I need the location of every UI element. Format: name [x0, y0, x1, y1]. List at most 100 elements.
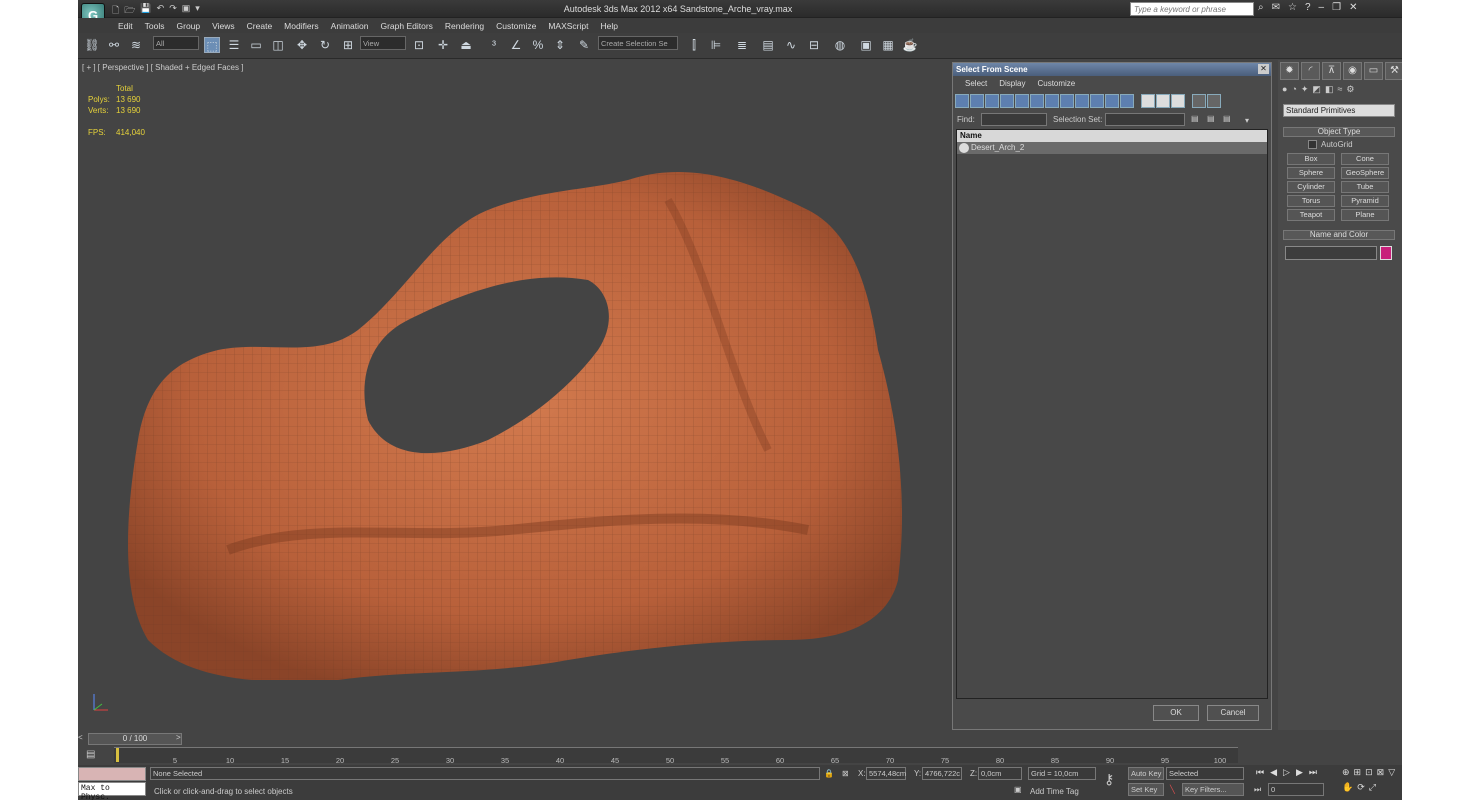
torus-button[interactable]: Torus	[1287, 195, 1335, 207]
current-frame-field[interactable]: 0	[1268, 783, 1324, 796]
curve-editor-icon[interactable]: ∿	[783, 37, 799, 53]
move-icon[interactable]: ✥	[294, 37, 310, 53]
shapes-icon[interactable]: ◔	[1291, 84, 1296, 95]
menu-animation[interactable]: Animation	[325, 18, 375, 33]
dialog-menu-customize[interactable]: Customize	[1031, 77, 1081, 91]
chevron-down-icon[interactable]: ▾	[1245, 116, 1249, 125]
layer-manager-icon[interactable]: ≣	[734, 37, 750, 53]
key-filter-icon[interactable]: ╲	[1170, 785, 1175, 794]
zoom-extents-icon[interactable]: ⊡	[1365, 767, 1373, 778]
window-crossing-icon[interactable]: ◫	[270, 37, 286, 53]
display-frozen-icon[interactable]	[1105, 94, 1119, 108]
chevron-down-icon[interactable]: ▾	[195, 3, 200, 19]
key-filters-button[interactable]: Key Filters...	[1182, 783, 1244, 796]
close-icon[interactable]: ✕	[1258, 64, 1269, 74]
tube-button[interactable]: Tube	[1341, 181, 1389, 193]
key-icon[interactable]: ⚷	[1104, 771, 1114, 788]
sandstone-arch-mesh[interactable]	[108, 120, 928, 680]
display-none-icon[interactable]	[1156, 94, 1170, 108]
cancel-button[interactable]: Cancel	[1207, 705, 1259, 721]
material-editor-icon[interactable]: ◍	[832, 37, 848, 53]
display-shapes-icon[interactable]	[970, 94, 984, 108]
menu-modifiers[interactable]: Modifiers	[278, 18, 324, 33]
menu-graph-editors[interactable]: Graph Editors	[374, 18, 438, 33]
keyboard-shortcut-icon[interactable]: ⏏	[458, 37, 474, 53]
object-color-swatch[interactable]	[1380, 246, 1392, 260]
select-by-name-icon[interactable]: ☰	[226, 37, 242, 53]
x-coordinate-field[interactable]: 5574,48cm	[866, 767, 906, 780]
key-mode-toggle-icon[interactable]: ⏭	[1254, 785, 1261, 795]
redo-icon[interactable]: ↷	[169, 3, 177, 19]
menu-create[interactable]: Create	[241, 18, 279, 33]
set-key-button[interactable]: Set Key	[1128, 783, 1164, 796]
cylinder-button[interactable]: Cylinder	[1287, 181, 1335, 193]
display-bones-icon[interactable]	[1075, 94, 1089, 108]
snaps-toggle-icon[interactable]: ³	[486, 37, 502, 53]
edit-named-selection-icon[interactable]: ✎	[576, 37, 592, 53]
display-cameras-icon[interactable]	[1000, 94, 1014, 108]
scale-icon[interactable]: ⊞	[340, 37, 356, 53]
bind-space-warp-icon[interactable]: ≋	[128, 37, 144, 53]
column-header-name[interactable]: Name	[957, 130, 1267, 142]
list-item[interactable]: Desert_Arch_2	[957, 142, 1267, 154]
teapot-button[interactable]: Teapot	[1287, 209, 1335, 221]
add-time-tag[interactable]: Add Time Tag	[1030, 787, 1079, 796]
maxscript-listener-input[interactable]	[78, 767, 146, 781]
geosphere-button[interactable]: GeoSphere	[1341, 167, 1389, 179]
filter-icon[interactable]	[1192, 94, 1206, 108]
dialog-menu-select[interactable]: Select	[959, 77, 993, 91]
maximize-viewport-icon[interactable]: ⤢	[1369, 782, 1376, 793]
selection-filter-dropdown[interactable]: All	[153, 36, 199, 50]
cameras-icon[interactable]: ◩	[1312, 84, 1321, 95]
mini-curve-editor-icon[interactable]: ▤	[86, 749, 95, 760]
modify-tab-icon[interactable]: ◜	[1301, 62, 1320, 80]
plane-button[interactable]: Plane	[1341, 209, 1389, 221]
display-tab-icon[interactable]: ▭	[1364, 62, 1383, 80]
z-coordinate-field[interactable]: 0,0cm	[978, 767, 1022, 780]
select-object-icon[interactable]: ⬚	[204, 37, 220, 53]
graphite-toolbar-icon[interactable]: ▤	[760, 37, 776, 53]
hierarchy-tab-icon[interactable]: ⊼	[1322, 62, 1341, 80]
field-of-view-icon[interactable]: ▽	[1388, 767, 1395, 778]
link-icon[interactable]: ⛓	[84, 37, 100, 53]
display-invert-icon[interactable]	[1171, 94, 1185, 108]
absolute-mode-icon[interactable]: ⊠	[842, 769, 849, 778]
align-icon[interactable]: ⊫	[708, 37, 724, 53]
find-input[interactable]	[981, 113, 1047, 126]
project-folder-icon[interactable]: ▣	[182, 3, 191, 19]
help-search-input[interactable]: Type a keyword or phrase	[1130, 2, 1254, 16]
create-tab-icon[interactable]: ✹	[1280, 62, 1299, 80]
time-slider[interactable]: 0 / 100	[88, 733, 182, 745]
object-name-input[interactable]	[1285, 246, 1377, 260]
open-file-icon[interactable]: 🗁	[124, 3, 135, 19]
menu-edit[interactable]: Edit	[112, 18, 139, 33]
zoom-all-icon[interactable]: ⊞	[1354, 767, 1362, 778]
subscription-icon[interactable]: ✉	[1272, 2, 1280, 13]
display-containers-icon[interactable]	[1090, 94, 1104, 108]
rectangular-selection-icon[interactable]: ▭	[248, 37, 264, 53]
display-xrefs-icon[interactable]	[1060, 94, 1074, 108]
lights-icon[interactable]: ✦	[1301, 84, 1309, 95]
display-helpers-icon[interactable]	[1015, 94, 1029, 108]
close-icon[interactable]: ✕	[1349, 2, 1357, 13]
chevron-left-icon[interactable]: <	[78, 733, 83, 742]
filter-settings-icon[interactable]	[1207, 94, 1221, 108]
timeline-ruler[interactable]: 5 10 15 20 25 30 35 40 45 50 55 60 65 70 75 80 85 90 95 100	[114, 747, 1238, 765]
rotate-icon[interactable]: ↻	[317, 37, 333, 53]
unlink-icon[interactable]: ⚯	[106, 37, 122, 53]
menu-rendering[interactable]: Rendering	[439, 18, 490, 33]
key-mode-dropdown[interactable]: Selected	[1166, 767, 1244, 780]
autogrid-checkbox[interactable]	[1308, 140, 1317, 149]
chevron-right-icon[interactable]: >	[176, 733, 181, 742]
space-warps-icon[interactable]: ≈	[1337, 84, 1342, 95]
menu-group[interactable]: Group	[171, 18, 207, 33]
helpers-icon[interactable]: ◧	[1325, 84, 1334, 95]
primitive-category-dropdown[interactable]: Standard Primitives	[1283, 104, 1395, 117]
go-to-start-icon[interactable]: ⏮	[1256, 767, 1264, 778]
pyramid-button[interactable]: Pyramid	[1341, 195, 1389, 207]
perspective-viewport[interactable]: [ + ] [ Perspective ] [ Shaded + Edged F…	[78, 60, 952, 730]
name-and-color-rollout[interactable]: Name and Color	[1283, 230, 1395, 240]
motion-tab-icon[interactable]: ◉	[1343, 62, 1362, 80]
menu-customize[interactable]: Customize	[490, 18, 542, 33]
save-icon[interactable]: 💾	[140, 3, 151, 19]
